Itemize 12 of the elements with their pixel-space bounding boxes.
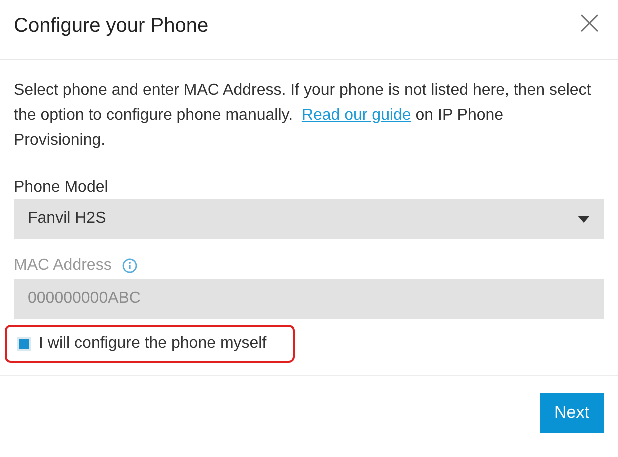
dialog-title: Configure your Phone	[14, 15, 209, 38]
info-icon	[122, 258, 138, 274]
checkbox[interactable]	[17, 337, 31, 351]
mac-address-label: MAC Address	[14, 257, 112, 275]
phone-model-select[interactable]: Fanvil H2S	[14, 199, 604, 239]
next-button[interactable]: Next	[540, 393, 604, 433]
guide-link[interactable]: Read our guide	[302, 107, 412, 124]
intro-text: Select phone and enter MAC Address. If your phone is not listed here, then select the option to configure phone manually. Read our guide on IP Phone Provisioning.	[14, 81, 592, 151]
caret-icon	[578, 216, 590, 222]
close-button[interactable]: ×	[572, 6, 608, 40]
phone-model-label: Phone Model	[14, 179, 108, 197]
checkbox-label: I will configure the phone myself	[39, 335, 267, 353]
